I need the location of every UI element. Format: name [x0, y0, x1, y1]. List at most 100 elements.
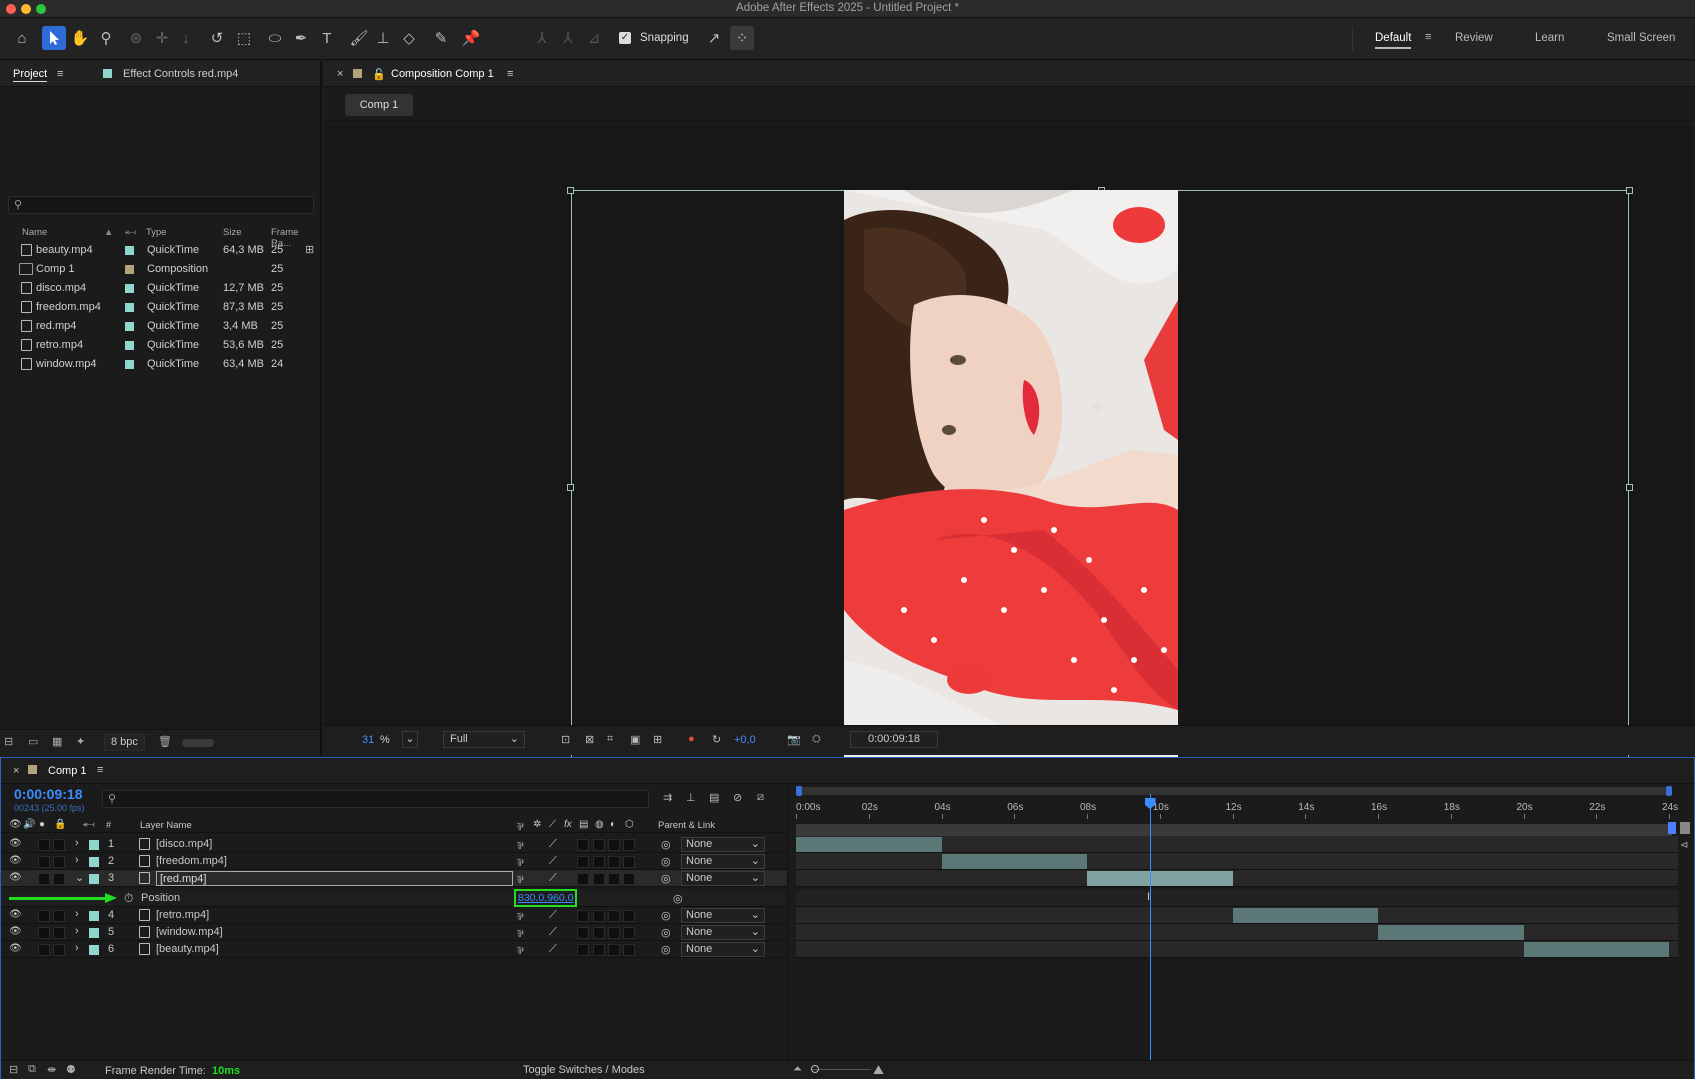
type-tool-icon[interactable]: T [315, 26, 339, 50]
parent-pickwhip-icon[interactable]: ◎ [661, 926, 671, 939]
flowchart-icon[interactable]: ⊞ [305, 243, 314, 256]
thumbnail-size-slider[interactable] [182, 739, 214, 747]
collapse-transform-icon[interactable]: ✲ [533, 819, 541, 830]
label-tag-icon[interactable]: ⬷ [83, 819, 95, 830]
new-folder-icon[interactable]: ▭ [28, 735, 38, 748]
timeline-search-input[interactable]: ⚲ [102, 790, 649, 808]
grid-guides-icon[interactable]: ⊞ [653, 733, 662, 746]
hand-tool-icon[interactable]: ✋ [68, 26, 92, 50]
solo-toggle[interactable] [38, 856, 50, 868]
frame-blending-switch-icon[interactable]: ▤ [579, 819, 588, 830]
current-timecode[interactable]: 0:00:09:18 [14, 786, 83, 802]
comp-button-icon[interactable]: ⊲ [1680, 840, 1688, 851]
switch-box[interactable] [593, 856, 605, 868]
in-out-icon[interactable]: ⇼ [47, 1063, 56, 1076]
quality-switch-icon[interactable]: ⟋ [549, 872, 557, 885]
switch-box[interactable] [593, 839, 605, 851]
switch-box[interactable] [608, 927, 620, 939]
switch-box[interactable] [623, 927, 635, 939]
switch-box[interactable] [577, 910, 589, 922]
parent-select[interactable]: None ⌄ [681, 837, 765, 852]
column-name[interactable]: Name [22, 227, 47, 238]
eye-icon[interactable]: 👁 [9, 838, 22, 849]
parent-select[interactable]: None ⌄ [681, 942, 765, 957]
quality-switch-icon[interactable]: ⟋ [549, 909, 557, 922]
interpret-footage-icon[interactable]: ⊟ [4, 735, 13, 748]
layer-duration-bar[interactable] [1232, 908, 1378, 923]
layer-name-header[interactable]: Layer Name [140, 820, 192, 831]
layer-duration-bar[interactable] [796, 837, 942, 852]
parent-pickwhip-icon[interactable]: ◎ [661, 855, 671, 868]
column-type[interactable]: Type [146, 227, 167, 238]
layer-name[interactable]: [red.mp4] [156, 871, 513, 886]
transform-handle[interactable] [567, 187, 574, 194]
axis-view-icon[interactable]: ⊿ [582, 26, 606, 50]
solo-toggle[interactable] [38, 839, 50, 851]
tab-composition[interactable]: Composition Comp 1 [391, 68, 494, 80]
sort-arrow-icon[interactable]: ▲ [104, 227, 113, 238]
layer-row[interactable]: 👁 › 1 [disco.mp4] ⅌ ⟋ ◎ None ⌄ [1, 836, 787, 853]
pan-camera-icon[interactable]: ✛ [150, 26, 174, 50]
project-item[interactable]: beauty.mp4 QuickTime 64,3 MB 25 [0, 241, 320, 260]
current-time-indicator[interactable] [1144, 794, 1156, 1078]
chevron-right-icon[interactable]: › [75, 908, 79, 920]
switch-box[interactable] [608, 873, 620, 885]
shy-switch-icon[interactable]: ⅌ [517, 872, 524, 886]
project-item[interactable]: window.mp4 QuickTime 63,4 MB 24 [0, 355, 320, 374]
layer-label-swatch[interactable] [89, 840, 99, 850]
comp-navigator-button[interactable]: Comp 1 [345, 94, 413, 116]
layer-row[interactable]: 👁 › 4 [retro.mp4] ⅌ ⟋ ◎ None ⌄ [1, 907, 787, 924]
timeline-menu-icon[interactable]: ≡ [97, 764, 103, 776]
label-color-swatch[interactable] [125, 284, 134, 293]
workspace-small-screen[interactable]: Small Screen [1607, 32, 1675, 44]
roto-brush-tool-icon[interactable]: ✎ [429, 26, 453, 50]
switch-box[interactable] [623, 856, 635, 868]
region-of-interest-icon[interactable]: ▣ [630, 733, 640, 746]
workspace-learn[interactable]: Learn [1535, 32, 1564, 44]
puppet-pin-tool-icon[interactable]: 📌 [459, 26, 483, 50]
lock-toggle[interactable] [53, 873, 65, 885]
parent-pickwhip-icon[interactable]: ◎ [661, 943, 671, 956]
zoom-value[interactable]: 31 [362, 734, 374, 746]
axis-world-icon[interactable]: ⅄ [556, 26, 580, 50]
trash-icon[interactable]: 🗑 [158, 735, 172, 748]
lock-toggle[interactable] [53, 910, 65, 922]
mask-visibility-icon[interactable]: ⌗ [607, 733, 613, 746]
switch-box[interactable] [577, 927, 589, 939]
shy-switch-icon[interactable]: ⅌ [517, 943, 524, 957]
layer-row[interactable]: 👁 › 6 [beauty.mp4] ⅌ ⟋ ◎ None ⌄ [1, 941, 787, 958]
quality-switch-icon[interactable]: ⟋ [549, 855, 557, 868]
layer-label-swatch[interactable] [89, 857, 99, 867]
workspace-default[interactable]: Default [1375, 32, 1412, 49]
video-switch-eye-icon[interactable]: 👁 [9, 819, 22, 830]
frame-blending-icon[interactable]: ⊘ [733, 791, 742, 804]
chevron-right-icon[interactable]: › [75, 837, 79, 849]
project-item[interactable]: disco.mp4 QuickTime 12,7 MB 25 [0, 279, 320, 298]
switch-box[interactable] [593, 873, 605, 885]
reset-exposure-icon[interactable]: ↻ [712, 733, 721, 746]
tab-timeline-comp[interactable]: Comp 1 [48, 765, 87, 777]
layer-name[interactable]: [window.mp4] [156, 926, 223, 938]
solo-toggle[interactable] [38, 873, 50, 885]
close-timeline-tab-icon[interactable]: × [13, 765, 19, 777]
parent-select[interactable]: None ⌄ [681, 925, 765, 940]
fast-preview-icon[interactable]: ⊡ [561, 733, 570, 746]
shy-switch-icon[interactable]: ⅌ [517, 838, 524, 852]
zoom-in-icon[interactable]: ⛰ [873, 1062, 884, 1078]
solo-toggle[interactable] [38, 910, 50, 922]
motion-blur-switch-icon[interactable]: ◍ [595, 819, 604, 830]
layer-duration-bar[interactable] [1087, 871, 1233, 886]
snap-features-icon[interactable]: ⁘ [730, 26, 754, 50]
selection-tool-icon[interactable] [42, 26, 66, 50]
resolution-select[interactable]: Full ⌄ [443, 731, 525, 748]
layer-duration-bar[interactable] [1378, 925, 1524, 940]
label-color-swatch[interactable] [125, 322, 134, 331]
position-value-field[interactable]: 830,0,960,0 [514, 889, 577, 907]
brush-tool-icon[interactable]: 🖌 [347, 26, 371, 50]
label-color-swatch[interactable] [125, 246, 134, 255]
project-item[interactable]: retro.mp4 QuickTime 53,6 MB 25 [0, 336, 320, 355]
switch-box[interactable] [623, 873, 635, 885]
parent-select[interactable]: None ⌄ [681, 854, 765, 869]
switch-box[interactable] [608, 944, 620, 956]
switch-box[interactable] [623, 910, 635, 922]
